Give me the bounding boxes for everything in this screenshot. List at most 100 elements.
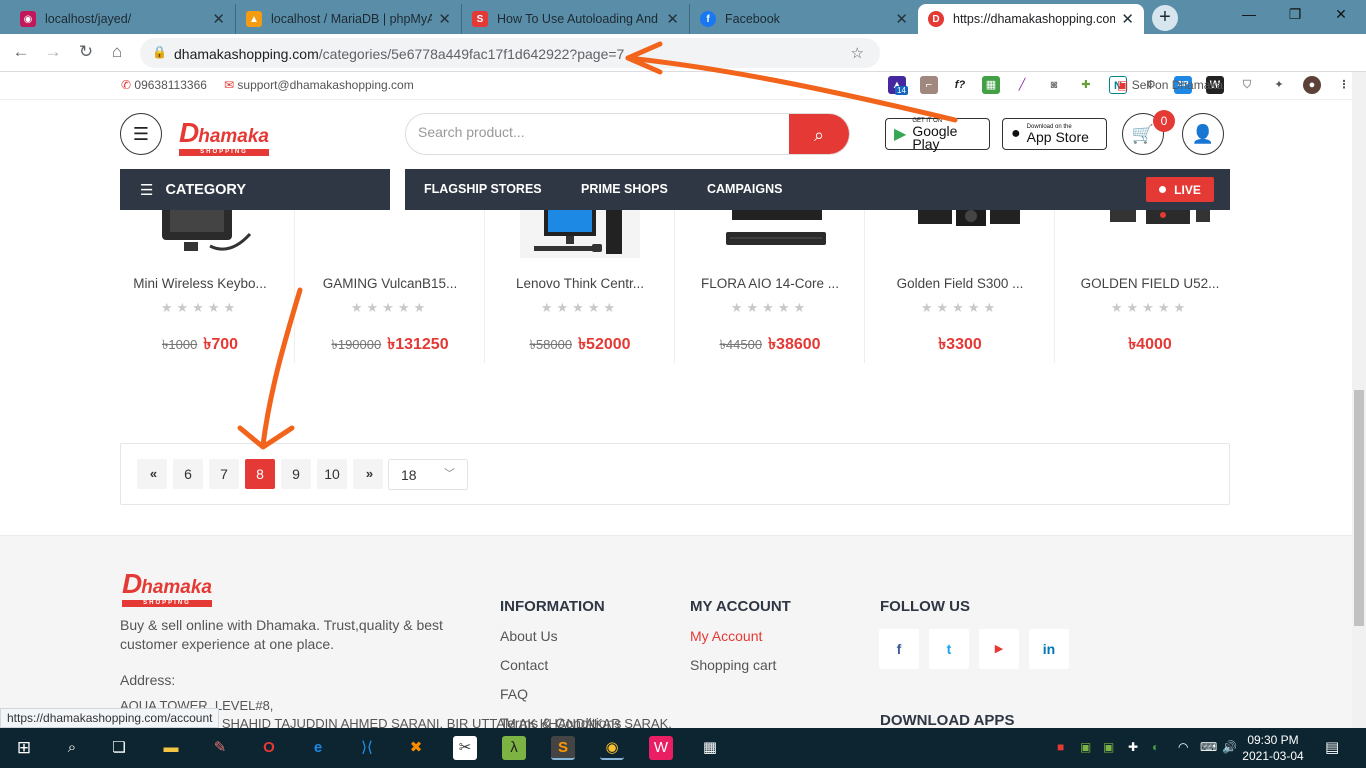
tab-facebook[interactable]: f Facebook ✕ xyxy=(690,4,918,34)
xampp-icon[interactable]: ✖ xyxy=(404,736,428,760)
youtube-social-icon[interactable]: ▶ xyxy=(979,629,1019,669)
bookmark-star-icon[interactable]: ☆ xyxy=(851,44,864,62)
reload-icon[interactable]: ↻ xyxy=(75,42,97,62)
close-icon[interactable]: ✕ xyxy=(666,10,679,28)
my-account-link[interactable]: My Account xyxy=(690,628,762,644)
first-page-button[interactable]: « xyxy=(137,459,167,489)
close-window-icon[interactable]: ✕ xyxy=(1318,6,1364,23)
tray-laragon-icon[interactable]: ▣ xyxy=(1080,740,1091,754)
product-image-aio[interactable] xyxy=(710,210,830,258)
file-explorer-icon[interactable]: ▬ xyxy=(159,736,183,760)
product-image-speakers[interactable] xyxy=(900,210,1020,258)
windows-start-icon[interactable]: ⊞ xyxy=(12,736,36,760)
google-play-button[interactable]: ▶ GET IT ON Google Play xyxy=(885,118,990,151)
sublime-text-icon[interactable]: S xyxy=(551,736,575,760)
maximize-icon[interactable]: ❐ xyxy=(1272,6,1318,23)
page-7-button[interactable]: 7 xyxy=(209,459,239,489)
edge-icon[interactable]: e xyxy=(306,736,330,760)
volume-icon[interactable]: 🔊 xyxy=(1222,740,1237,754)
minimize-icon[interactable]: — xyxy=(1226,6,1272,22)
faq-link[interactable]: FAQ xyxy=(500,686,528,702)
shopping-cart-link[interactable]: Shopping cart xyxy=(690,657,776,673)
about-us-link[interactable]: About Us xyxy=(500,628,558,644)
account-button[interactable]: 👤 xyxy=(1182,113,1224,155)
product-card[interactable]: GOLDEN FIELD U52... ★★★★★ ৳4000 xyxy=(1055,210,1245,363)
close-icon[interactable]: ✕ xyxy=(212,10,225,28)
search-input[interactable] xyxy=(418,124,778,140)
product-name[interactable]: FLORA AIO 14-Core ... xyxy=(675,276,865,291)
page-6-button[interactable]: 6 xyxy=(173,459,203,489)
tab-phpmyadmin[interactable]: ▲ localhost / MariaDB | phpMyAdmin ✕ xyxy=(236,4,462,34)
menu-toggle-button[interactable]: ☰ xyxy=(120,113,162,155)
wamp-icon[interactable]: W xyxy=(649,736,673,760)
product-name[interactable]: Golden Field S300 ... xyxy=(865,276,1055,291)
ime-language-icon[interactable]: ⌨ xyxy=(1200,740,1217,754)
forward-icon[interactable]: → xyxy=(42,42,64,62)
last-page-button[interactable]: » xyxy=(353,459,383,489)
tab-localhost-jayed[interactable]: ◉ localhost/jayed/ ✕ xyxy=(10,4,236,34)
back-icon[interactable]: ← xyxy=(10,42,32,62)
product-card[interactable]: Golden Field S300 ... ★★★★★ ৳3300 xyxy=(865,210,1055,363)
product-card[interactable]: Lenovo Think Centr... ★★★★★ ৳58000 ৳52000 xyxy=(485,210,675,363)
linkedin-social-icon[interactable]: in xyxy=(1029,629,1069,669)
contact-link[interactable]: Contact xyxy=(500,657,548,673)
chrome-icon[interactable]: ◉ xyxy=(600,736,624,760)
search-button[interactable]: ⌕ xyxy=(789,114,849,154)
product-image-speakers-u52[interactable] xyxy=(1090,210,1210,258)
contact-email[interactable]: support@dhamakashopping.com xyxy=(237,78,413,92)
scrollbar-thumb[interactable] xyxy=(1354,390,1364,626)
sell-on-dhamaka-link[interactable]: ▣ Sell on Dhamaka xyxy=(1117,78,1223,92)
download-apps-heading: DOWNLOAD APPS xyxy=(880,712,1015,729)
tab-autoloading[interactable]: S How To Use Autoloading And Composer ✕ xyxy=(462,4,690,34)
product-card[interactable]: Mini Wireless Keybo... ★★★★★ ৳1000 ৳700 xyxy=(105,210,295,363)
task-view-icon[interactable]: ❏ xyxy=(107,736,131,760)
nav-prime-shops[interactable]: PRIME SHOPS xyxy=(581,182,668,196)
product-name[interactable]: Lenovo Think Centr... xyxy=(485,276,675,291)
home-icon[interactable]: ⌂ xyxy=(106,42,128,62)
product-name[interactable]: GOLDEN FIELD U52... xyxy=(1055,276,1245,291)
search-icon[interactable]: ⌕ xyxy=(60,736,84,760)
category-menu-button[interactable]: ☰ CATEGORY xyxy=(120,169,390,210)
page-10-button[interactable]: 10 xyxy=(317,459,347,489)
user-icon: 👤 xyxy=(1191,123,1215,144)
tray-recorder-icon[interactable]: ■ xyxy=(1057,740,1064,754)
product-image-laptop[interactable] xyxy=(330,210,450,258)
page-8-button-active[interactable]: 8 xyxy=(245,459,275,489)
per-page-select[interactable]: 18 ﹀ xyxy=(388,459,468,490)
url-field[interactable]: 🔒 dhamakashopping.com/categories/5e6778a… xyxy=(140,38,880,68)
close-icon[interactable]: ✕ xyxy=(1121,10,1134,28)
nav-flagship-stores[interactable]: FLAGSHIP STORES xyxy=(424,182,542,196)
tray-wamp-icon[interactable]: ▣ xyxy=(1103,740,1114,754)
paint-icon[interactable]: ✎ xyxy=(208,736,232,760)
facebook-social-icon[interactable]: f xyxy=(879,629,919,669)
product-name[interactable]: Mini Wireless Keybo... xyxy=(105,276,295,291)
app-store-button[interactable]: ● Download on the App Store xyxy=(1002,118,1107,150)
tray-network-globe-icon[interactable]: ◐ xyxy=(1152,740,1159,754)
close-icon[interactable]: ✕ xyxy=(438,10,451,28)
snipping-tool-icon[interactable]: ✂ xyxy=(453,736,477,760)
vscode-icon[interactable]: ⟩⟨ xyxy=(355,736,379,760)
notification-center-icon[interactable]: ▤ xyxy=(1325,738,1339,756)
cart-icon: 🛒 xyxy=(1131,123,1155,144)
product-card[interactable]: GAMING VulcanB15... ★★★★★ ৳190000 ৳131250 xyxy=(295,210,485,363)
page-9-button[interactable]: 9 xyxy=(281,459,311,489)
dhamaka-logo[interactable]: Dhamaka SHOPPING xyxy=(179,117,270,156)
new-tab-button[interactable]: + xyxy=(1152,5,1178,31)
wifi-icon[interactable]: ◠ xyxy=(1178,740,1188,754)
close-icon[interactable]: ✕ xyxy=(895,10,908,28)
tab-dhamaka[interactable]: D https://dhamakashopping.com/categories… xyxy=(918,4,1144,34)
nav-campaigns[interactable]: CAMPAIGNS xyxy=(707,182,782,196)
live-button[interactable]: LIVE xyxy=(1146,177,1214,202)
product-card[interactable]: FLORA AIO 14-Core ... ★★★★★ ৳44500 ৳38600 xyxy=(675,210,865,363)
laragon-icon[interactable]: λ xyxy=(502,736,526,760)
calculator-icon[interactable]: ▦ xyxy=(698,736,722,760)
system-clock[interactable]: 09:30 PM 2021-03-04 xyxy=(1240,732,1306,764)
product-name[interactable]: GAMING VulcanB15... xyxy=(295,276,485,291)
rating-stars-icon: ★★★★★ xyxy=(350,300,430,315)
product-image-keyboard[interactable] xyxy=(140,210,260,258)
twitter-social-icon[interactable]: t xyxy=(929,629,969,669)
opera-icon[interactable]: O xyxy=(257,736,281,760)
tray-security-icon[interactable]: ✚ xyxy=(1128,740,1138,754)
footer-logo[interactable]: Dhamaka SHOPPING xyxy=(122,568,213,607)
product-image-desktop[interactable] xyxy=(520,210,640,258)
